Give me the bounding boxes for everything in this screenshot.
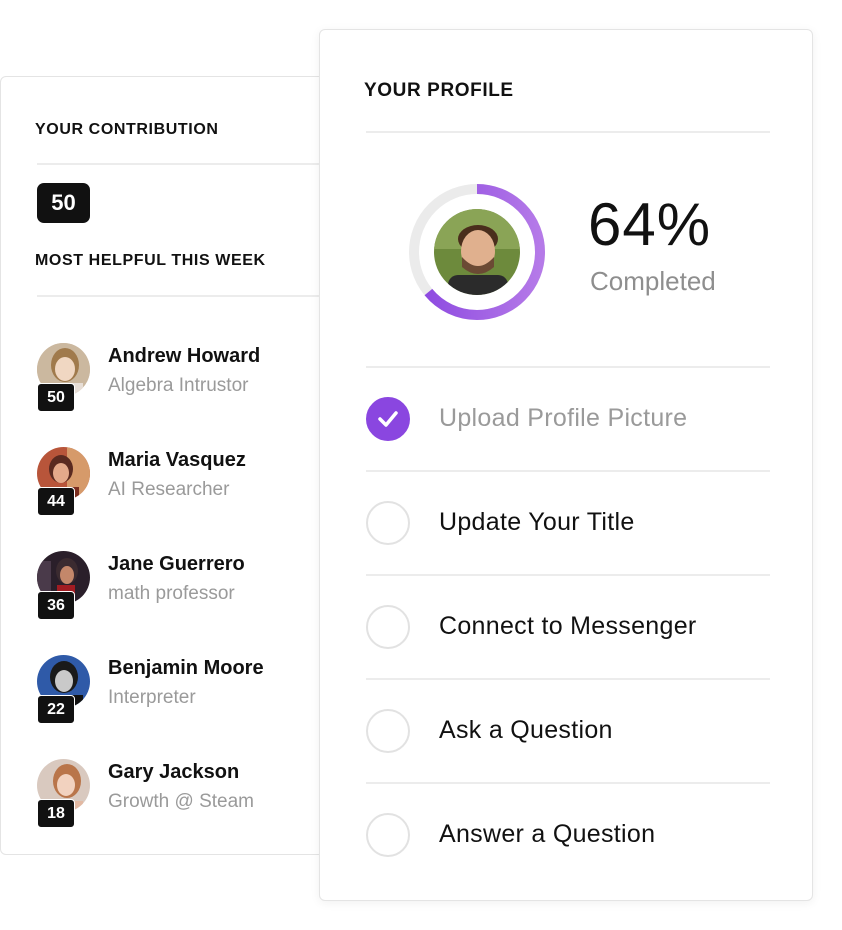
progress-ring (408, 183, 546, 321)
list-item[interactable]: 36 Jane Guerrero math professor (37, 551, 327, 621)
user-name[interactable]: Maria Vasquez (108, 449, 246, 472)
list-item[interactable]: 44 Maria Vasquez AI Researcher (37, 447, 327, 517)
points-badge: 44 (37, 487, 75, 516)
task-checkbox[interactable] (366, 605, 410, 649)
task-checkbox[interactable] (366, 397, 410, 441)
check-icon (378, 411, 398, 427)
user-name[interactable]: Benjamin Moore (108, 657, 264, 680)
user-title: math professor (108, 583, 235, 604)
task-label: Upload Profile Picture (439, 404, 688, 432)
user-name[interactable]: Gary Jackson (108, 761, 239, 784)
task-label: Ask a Question (439, 716, 613, 744)
contribution-score-badge: 50 (37, 183, 90, 223)
user-name[interactable]: Jane Guerrero (108, 553, 245, 576)
list-item[interactable]: 18 Gary Jackson Growth @ Steam (37, 759, 327, 829)
list-item[interactable]: 22 Benjamin Moore Interpreter (37, 655, 327, 725)
points-badge: 22 (37, 695, 75, 724)
progress-completed-label: Completed (590, 266, 716, 296)
user-title: Algebra Intrustor (108, 375, 249, 396)
task-label: Answer a Question (439, 820, 656, 848)
points-badge: 18 (37, 799, 75, 828)
task-checkbox[interactable] (366, 501, 410, 545)
task-label: Update Your Title (439, 508, 635, 536)
task-item-update-your-title[interactable]: Update Your Title (366, 471, 770, 574)
task-checkbox[interactable] (366, 813, 410, 857)
task-checkbox[interactable] (366, 709, 410, 753)
points-badge: 36 (37, 591, 75, 620)
user-name[interactable]: Andrew Howard (108, 345, 260, 368)
divider (37, 295, 337, 297)
contribution-card: YOUR CONTRIBUTION 50 MOST HELPFUL THIS W… (0, 76, 340, 855)
task-item-upload-profile-picture[interactable]: Upload Profile Picture (366, 367, 770, 470)
task-item-connect-to-messenger[interactable]: Connect to Messenger (366, 575, 770, 678)
user-title: Interpreter (108, 687, 196, 708)
contribution-title: YOUR CONTRIBUTION (35, 121, 219, 138)
divider (37, 163, 337, 165)
user-title: AI Researcher (108, 479, 230, 500)
profile-avatar[interactable] (434, 209, 520, 295)
profile-title: YOUR PROFILE (364, 80, 514, 101)
points-badge: 50 (37, 383, 75, 412)
progress-percent: 64% (588, 191, 712, 258)
most-helpful-title: MOST HELPFUL THIS WEEK (35, 252, 266, 269)
list-item[interactable]: 50 Andrew Howard Algebra Intrustor (37, 343, 327, 413)
profile-card: YOUR PROFILE 64% Completed Upload Profil… (319, 29, 813, 901)
divider (366, 131, 770, 133)
task-label: Connect to Messenger (439, 612, 697, 640)
user-title: Growth @ Steam (108, 791, 254, 812)
task-item-ask-a-question[interactable]: Ask a Question (366, 679, 770, 782)
task-item-answer-a-question[interactable]: Answer a Question (366, 783, 770, 886)
